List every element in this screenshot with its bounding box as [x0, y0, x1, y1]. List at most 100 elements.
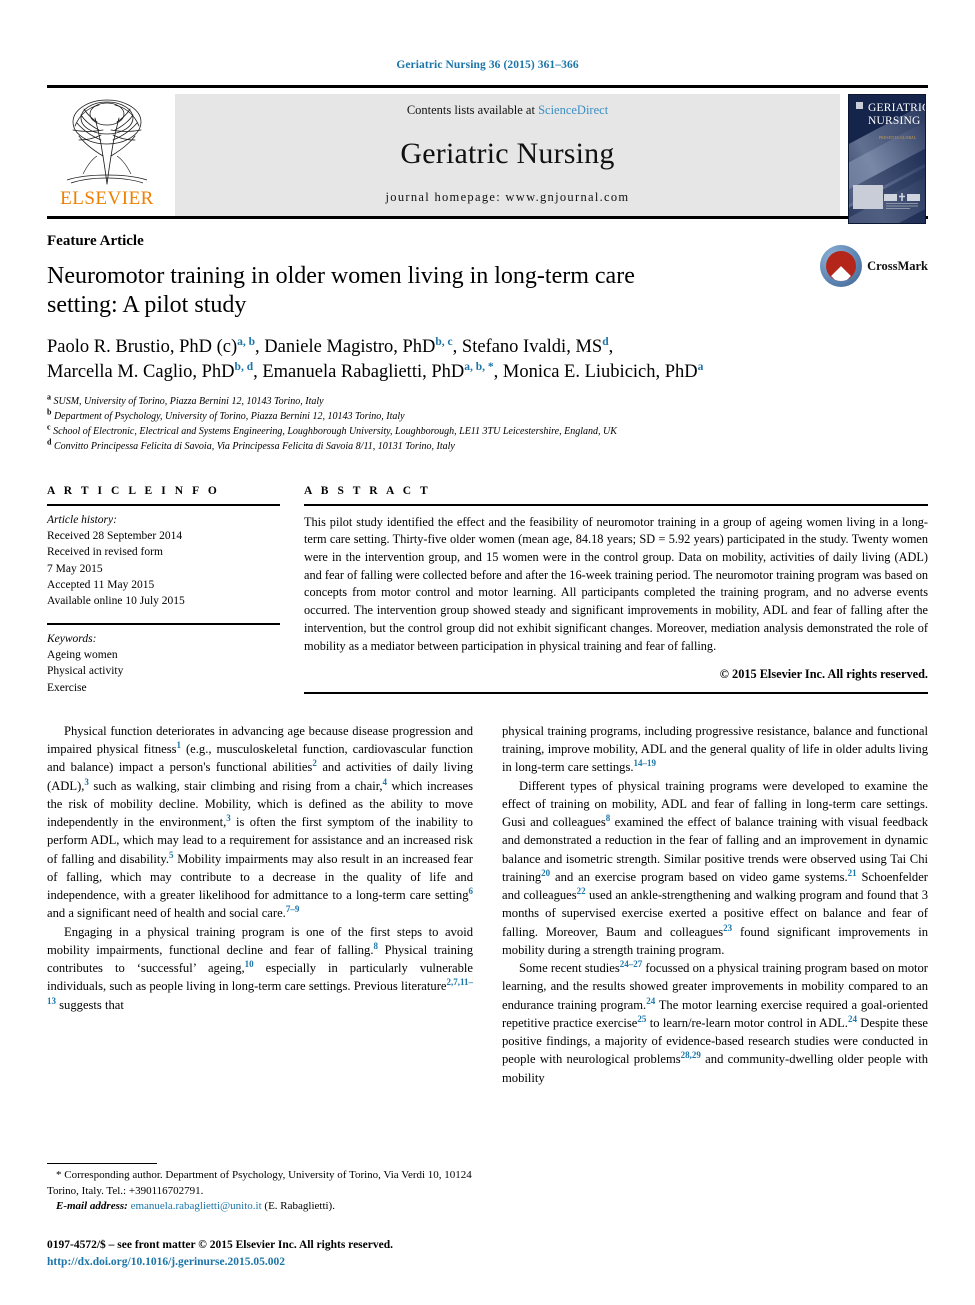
email-link[interactable]: emanuela.rabaglietti@unito.it: [131, 1200, 262, 1212]
citation-ref[interactable]: 23: [723, 922, 732, 932]
abstract-copyright: © 2015 Elsevier Inc. All rights reserved…: [719, 667, 928, 682]
citation-ref[interactable]: 10: [245, 959, 254, 969]
contents-prefix: Contents lists available at: [406, 103, 539, 117]
author-4-affil[interactable]: b, d: [235, 361, 254, 373]
body-paragraph: Physical function deteriorates in advanc…: [47, 723, 474, 921]
cover-title: GERIATRIC NURSING: [856, 102, 925, 128]
journal-masthead: ELSEVIER Contents lists available at Sci…: [47, 85, 928, 224]
doi-link[interactable]: http://dx.doi.org/10.1016/j.gerinurse.20…: [47, 1254, 393, 1271]
body-paragraph: physical training programs, including pr…: [502, 723, 928, 775]
affiliation-text: SUSM, University of Torino, Piazza Berni…: [51, 395, 324, 407]
corresponding-author-text: * Corresponding author. Department of Ps…: [47, 1169, 472, 1197]
journal-band: Contents lists available at ScienceDirec…: [175, 94, 840, 216]
article-history-item: Received in revised form: [47, 546, 163, 559]
corresponding-author-footnote: * Corresponding author. Department of Ps…: [47, 1163, 472, 1215]
author-sep-4: , Emanuela Rabaglietti, PhD: [253, 361, 465, 382]
keyword-item: Physical activity: [47, 665, 124, 678]
colophon: 0197-4572/$ – see front matter © 2015 El…: [47, 1237, 393, 1271]
citation-ref[interactable]: 7–9: [286, 904, 300, 914]
elsevier-wordmark: ELSEVIER: [60, 188, 154, 209]
citation-ref[interactable]: 14–19: [634, 758, 657, 768]
contents-line: Contents lists available at ScienceDirec…: [407, 103, 608, 118]
author-5-affil[interactable]: a, b, *: [464, 361, 493, 373]
abstract-column: A B S T R A C T This pilot study identif…: [304, 485, 928, 696]
body-paragraph: Engaging in a physical training program …: [47, 924, 473, 1012]
author-4: Marcella M. Caglio, PhD: [47, 361, 235, 382]
citation-ref[interactable]: 1: [177, 740, 182, 750]
affiliation-c: c School of Electronic, Electrical and S…: [47, 423, 928, 439]
affiliation-text: School of Electronic, Electrical and Sys…: [50, 426, 617, 438]
citation-ref[interactable]: 24: [646, 995, 655, 1005]
cover-title-line2: NURSING: [868, 114, 921, 127]
issn-line: 0197-4572/$ – see front matter © 2015 El…: [47, 1238, 393, 1251]
affiliation-a: a SUSM, University of Torino, Piazza Ber…: [47, 393, 928, 409]
citation-ref[interactable]: 2,7,11–13: [47, 977, 473, 1005]
cover-publisher-logo-icon: [884, 193, 920, 209]
info-abstract-block: A R T I C L E I N F O Article history: R…: [47, 485, 928, 696]
citation-ref[interactable]: 20: [541, 868, 550, 878]
journal-cover-thumb: GERIATRIC NURSING PRESENTS GLOBAL: [848, 94, 928, 224]
body-text: Physical function deteriorates in advanc…: [47, 722, 928, 1087]
citation-ref[interactable]: 24–27: [620, 959, 643, 969]
author-sep-5: , Monica E. Liubicich, PhD: [493, 361, 698, 382]
keywords-label: Keywords:: [47, 632, 97, 645]
affiliation-d: d Convitto Principessa Felicita di Savoi…: [47, 439, 928, 454]
email-line: E-mail address: emanuela.rabaglietti@uni…: [47, 1199, 472, 1215]
title-area: Feature Article CrossMark Neuromotor tra…: [47, 219, 928, 455]
body-paragraph: Some recent studies24–27 focussed on a p…: [502, 958, 928, 1085]
abstract-text: This pilot study identified the effect a…: [304, 514, 928, 653]
article-info-heading: A R T I C L E I N F O: [47, 484, 220, 497]
keywords: Keywords: Ageing women Physical activity E…: [47, 625, 280, 696]
author-list: Paolo R. Brustio, PhD (c)a, b, Daniele M…: [47, 335, 928, 385]
body-paragraph: Different types of physical training pro…: [502, 778, 929, 957]
citation-ref[interactable]: 6: [469, 886, 474, 896]
article-history-item: Accepted 11 May 2015: [47, 578, 155, 591]
keyword-item: Exercise: [47, 681, 87, 694]
footnote-rule: [47, 1163, 157, 1165]
article-history-item: 7 May 2015: [47, 562, 103, 575]
citation-ref[interactable]: 2: [312, 758, 317, 768]
article-info-column: A R T I C L E I N F O Article history: R…: [47, 485, 280, 696]
running-head: Geriatric Nursing 36 (2015) 361–366: [396, 59, 579, 71]
paper-page: Geriatric Nursing 36 (2015) 361–366 ELSE…: [0, 0, 975, 1305]
abstract-heading: A B S T R A C T: [304, 484, 431, 497]
citation-ref[interactable]: 28,29: [681, 1050, 701, 1060]
article-history-label: Article history:: [47, 513, 117, 526]
affiliation-text: Department of Psychology, University of …: [51, 411, 405, 423]
cover-title-line1: GERIATRIC: [868, 102, 926, 114]
citation-ref[interactable]: 22: [577, 886, 586, 896]
article-history-item: Received 28 September 2014: [47, 529, 183, 542]
citation-ref[interactable]: 3: [84, 776, 89, 786]
crossmark-icon: [820, 245, 863, 287]
crossmark-label: CrossMark: [867, 258, 928, 273]
citation-ref[interactable]: 3: [226, 813, 231, 823]
citation-ref[interactable]: 5: [169, 849, 174, 859]
section-label: Feature Article: [47, 233, 144, 249]
elsevier-logo: ELSEVIER: [47, 94, 167, 216]
author-1-affil[interactable]: a, b: [237, 335, 255, 348]
sciencedirect-link[interactable]: ScienceDirect: [538, 103, 608, 117]
author-sep-3: ,: [608, 336, 614, 357]
page-title: Neuromotor training in older women livin…: [47, 263, 635, 319]
cover-subtitle: PRESENTS GLOBAL: [879, 136, 917, 140]
body-column-left: Physical function deteriorates in advanc…: [47, 722, 473, 1087]
citation-ref[interactable]: 8: [606, 813, 611, 823]
email-label: E-mail address:: [56, 1200, 128, 1213]
body-column-right: physical training programs, including pr…: [502, 722, 928, 1087]
citation-ref[interactable]: 24: [848, 1014, 857, 1024]
journal-homepage[interactable]: journal homepage: www.gnjournal.com: [386, 190, 630, 205]
citation-ref[interactable]: 8: [374, 941, 379, 951]
citation-ref[interactable]: 4: [383, 776, 388, 786]
author-2-affil[interactable]: b, c: [435, 335, 452, 348]
cover-image-placeholder: [853, 185, 883, 209]
author-sep-1: , Daniele Magistro, PhD: [255, 336, 436, 357]
author-1: Paolo R. Brustio, PhD (c): [47, 336, 238, 357]
crossmark-badge[interactable]: CrossMark: [820, 245, 928, 287]
article-history-item: Available online 10 July 2015: [47, 595, 185, 608]
citation-ref[interactable]: 25: [637, 1014, 646, 1024]
citation-ref[interactable]: 21: [848, 868, 857, 878]
journal-title: Geriatric Nursing: [400, 137, 615, 170]
elsevier-tree-icon: [53, 96, 161, 188]
author-6-affil[interactable]: a: [698, 361, 704, 373]
affiliations: a SUSM, University of Torino, Piazza Ber…: [47, 393, 928, 455]
